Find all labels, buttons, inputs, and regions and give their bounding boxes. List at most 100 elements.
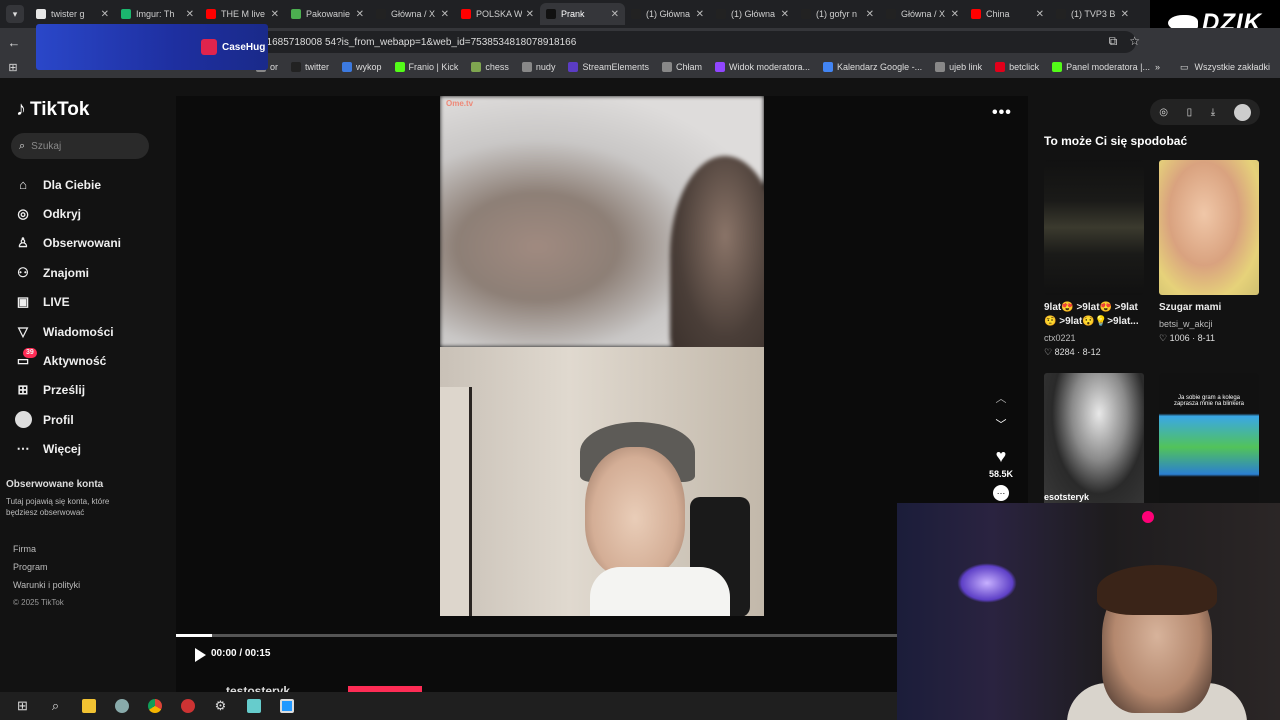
close-icon[interactable]: ✕: [1036, 9, 1044, 20]
browser-tab[interactable]: Pakowanie ✕: [285, 3, 370, 25]
sidebar-item-odkryj[interactable]: ◎ Odkryj: [14, 199, 121, 228]
apps-grid-icon[interactable]: ⊞: [0, 61, 26, 74]
like-heart-icon[interactable]: ♥: [986, 446, 1016, 467]
settings-gear-icon[interactable]: ⚙: [204, 692, 237, 720]
bookmark-item[interactable]: Panel moderatora |...: [1052, 62, 1150, 72]
browser-tab[interactable]: POLSKA W ✕: [455, 3, 540, 25]
more-options-icon[interactable]: •••: [992, 104, 1012, 122]
bookmark-item[interactable]: chess: [471, 62, 509, 72]
close-icon[interactable]: ✕: [186, 9, 194, 20]
download-icon[interactable]: ⤓: [1211, 107, 1215, 118]
profile-avatar[interactable]: [1233, 103, 1251, 121]
search-input[interactable]: ⌕ Szukaj: [11, 133, 149, 159]
close-icon[interactable]: ✕: [1121, 9, 1129, 20]
bookmark-favicon-icon: [342, 62, 353, 72]
rec-thumbnail: Ja sobie gram a kolega zaprasza mnie na …: [1159, 373, 1259, 508]
like-count: 58.5K: [988, 469, 1014, 479]
bookmark-item[interactable]: twitter: [291, 62, 329, 72]
tab-search-button[interactable]: ▾: [6, 5, 24, 23]
close-icon[interactable]: ✕: [356, 9, 364, 20]
bookmark-item[interactable]: StreamElements: [568, 62, 649, 72]
browser-tab[interactable]: Imgur: Th ✕: [115, 3, 200, 25]
rec-card-4[interactable]: Ja sobie gram a kolega zaprasza mnie na …: [1159, 373, 1259, 508]
sidebar-item-dla-ciebie[interactable]: ⌂ Dla Ciebie: [14, 170, 121, 199]
sidebar-item-obserwowani[interactable]: ♙ Obserwowani: [14, 229, 121, 258]
footer-link-company[interactable]: Firma: [13, 540, 80, 558]
bookmark-item[interactable]: betclick: [995, 62, 1039, 72]
chrome-icon[interactable]: [138, 692, 171, 720]
sidebar-item-więcej[interactable]: ⋯ Więcej: [14, 435, 121, 464]
browser-tab[interactable]: (1) Główna ✕: [625, 3, 710, 25]
bookmark-item[interactable]: Chłam: [661, 62, 702, 72]
app-icon[interactable]: [270, 692, 303, 720]
bookmark-item[interactable]: ujeb link: [935, 62, 982, 72]
sidebar-item-label: Obserwowani: [43, 236, 122, 251]
rec-card-3[interactable]: esotsteryk: [1044, 373, 1144, 508]
bookmark-item[interactable]: Franio | Kick: [394, 62, 458, 72]
close-icon[interactable]: ✕: [866, 9, 874, 20]
tiktok-logo[interactable]: ♪ TikTok: [16, 98, 89, 121]
bookmark-favicon-icon: [471, 62, 482, 72]
video-progress-bar[interactable]: [176, 634, 898, 637]
tab-favicon-icon: [461, 9, 471, 19]
browser-tab[interactable]: China ✕: [965, 3, 1050, 25]
bookmark-item[interactable]: Widok moderatora...: [715, 62, 810, 72]
browser-tab[interactable]: twister g ✕: [30, 3, 115, 25]
browser-tab[interactable]: (1) Główna ✕: [710, 3, 795, 25]
close-icon[interactable]: ✕: [441, 9, 449, 20]
app-icon[interactable]: [237, 692, 270, 720]
browser-tab[interactable]: (1) gofyr n ✕: [795, 3, 880, 25]
app-icon[interactable]: [171, 692, 204, 720]
sidebar-item-znajomi[interactable]: ⚇ Znajomi: [14, 258, 121, 287]
chevron-right-icon[interactable]: »: [1155, 62, 1160, 72]
ad-banner[interactable]: CaseHug: [36, 24, 268, 70]
app-icon[interactable]: [105, 692, 138, 720]
bookmark-item[interactable]: wykop: [342, 62, 382, 72]
sidebar-item-live[interactable]: ▣ LIVE: [14, 288, 121, 317]
tiktok-note-icon: ♪: [16, 98, 26, 120]
footer-link-terms[interactable]: Warunki i polityki: [13, 576, 80, 594]
close-icon[interactable]: ✕: [101, 9, 109, 20]
chevron-down-icon[interactable]: ﹀: [986, 412, 1016, 438]
browser-tab[interactable]: (1) TVP3 B ✕: [1050, 3, 1135, 25]
rec-card-2[interactable]: Szugar mami betsi_w_akcji ♡ 1006 · 8-11: [1159, 160, 1261, 344]
back-button[interactable]: ←: [0, 35, 28, 50]
file-explorer-icon[interactable]: [72, 692, 105, 720]
browser-tab[interactable]: Prank ✕: [540, 3, 625, 25]
video-player[interactable]: Ome.tv: [440, 96, 764, 616]
sidebar-item-aktywność[interactable]: ▭ 39 Aktywność: [14, 346, 121, 375]
tab-title: Główna / X: [901, 9, 946, 19]
footer-link-program[interactable]: Program: [13, 558, 80, 576]
search-icon[interactable]: ⌕: [39, 692, 72, 720]
bookmark-item[interactable]: nudy: [521, 62, 555, 72]
chevron-up-icon[interactable]: ︿: [986, 386, 1016, 412]
bookmark-item[interactable]: Kalendarz Google -...: [823, 62, 922, 72]
install-icon[interactable]: ⧉: [1109, 34, 1118, 49]
tab-favicon-icon: [206, 9, 216, 19]
heart-outline-icon: ♡: [1159, 333, 1170, 343]
close-icon[interactable]: ✕: [951, 9, 959, 20]
close-icon[interactable]: ✕: [526, 9, 534, 20]
all-bookmarks[interactable]: » ▭ Wszystkie zakładki: [1155, 62, 1270, 73]
bookmark-star-icon[interactable]: ☆: [1129, 34, 1140, 49]
comment-icon[interactable]: …: [993, 485, 1009, 501]
close-icon[interactable]: ✕: [781, 9, 789, 20]
sidebar-item-prześlij[interactable]: ⊞ Prześlij: [14, 376, 121, 405]
windows-start-icon[interactable]: ⊞: [6, 692, 39, 720]
play-icon[interactable]: [192, 647, 208, 663]
phone-icon[interactable]: ▯: [1187, 107, 1193, 118]
bookmark-label: Widok moderatora...: [729, 62, 811, 72]
close-icon[interactable]: ✕: [271, 9, 279, 20]
close-icon[interactable]: ✕: [611, 9, 619, 20]
browser-tab[interactable]: Główna / X ✕: [880, 3, 965, 25]
coin-icon[interactable]: ◎: [1159, 107, 1168, 118]
browser-tab[interactable]: Główna / X ✕: [370, 3, 455, 25]
sidebar-item-profil[interactable]: Profil: [14, 405, 121, 434]
sidebar-item-wiadomości[interactable]: ▽ Wiadomości: [14, 317, 121, 346]
home-icon: ⌂: [19, 177, 27, 193]
rec-card-title: Szugar mami: [1159, 302, 1222, 313]
browser-tab[interactable]: THE M live ✕: [200, 3, 285, 25]
tab-title: (1) gofyr n: [816, 9, 858, 19]
rec-card-1[interactable]: 9lat😍 >9lat😍 >9lat 🤨 >9lat😯💡>9lat... ctx…: [1044, 160, 1146, 358]
close-icon[interactable]: ✕: [696, 9, 704, 20]
